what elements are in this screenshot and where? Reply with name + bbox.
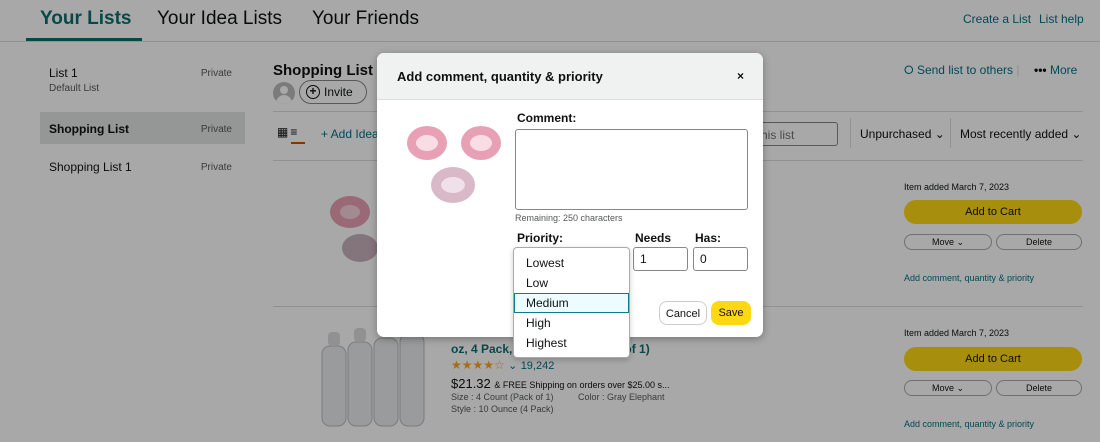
priority-option-medium[interactable]: Medium [514, 293, 629, 313]
page: Your Lists Your Idea Lists Your Friends … [0, 0, 1100, 442]
has-input[interactable]: 0 [693, 247, 748, 271]
product-image-pacifier [407, 126, 501, 203]
remaining-characters: Remaining: 250 characters [515, 213, 623, 223]
modal-header: Add comment, quantity & priority × [377, 53, 763, 100]
modal-title: Add comment, quantity & priority [397, 69, 603, 84]
priority-option-high[interactable]: High [514, 313, 629, 333]
priority-label: Priority: [517, 231, 564, 245]
save-button[interactable]: Save [711, 301, 751, 325]
priority-option-low[interactable]: Low [514, 273, 629, 293]
comment-label: Comment: [517, 111, 577, 125]
needs-input[interactable]: 1 [633, 247, 688, 271]
close-icon[interactable]: × [737, 69, 744, 83]
cancel-button[interactable]: Cancel [659, 301, 707, 325]
comment-textarea[interactable] [515, 129, 748, 210]
priority-option-lowest[interactable]: Lowest [514, 253, 629, 273]
has-label: Has: [695, 231, 722, 245]
priority-dropdown-list[interactable]: Lowest Low Medium High Highest [513, 247, 630, 358]
priority-option-highest[interactable]: Highest [514, 333, 629, 353]
needs-label: Needs [635, 231, 672, 245]
